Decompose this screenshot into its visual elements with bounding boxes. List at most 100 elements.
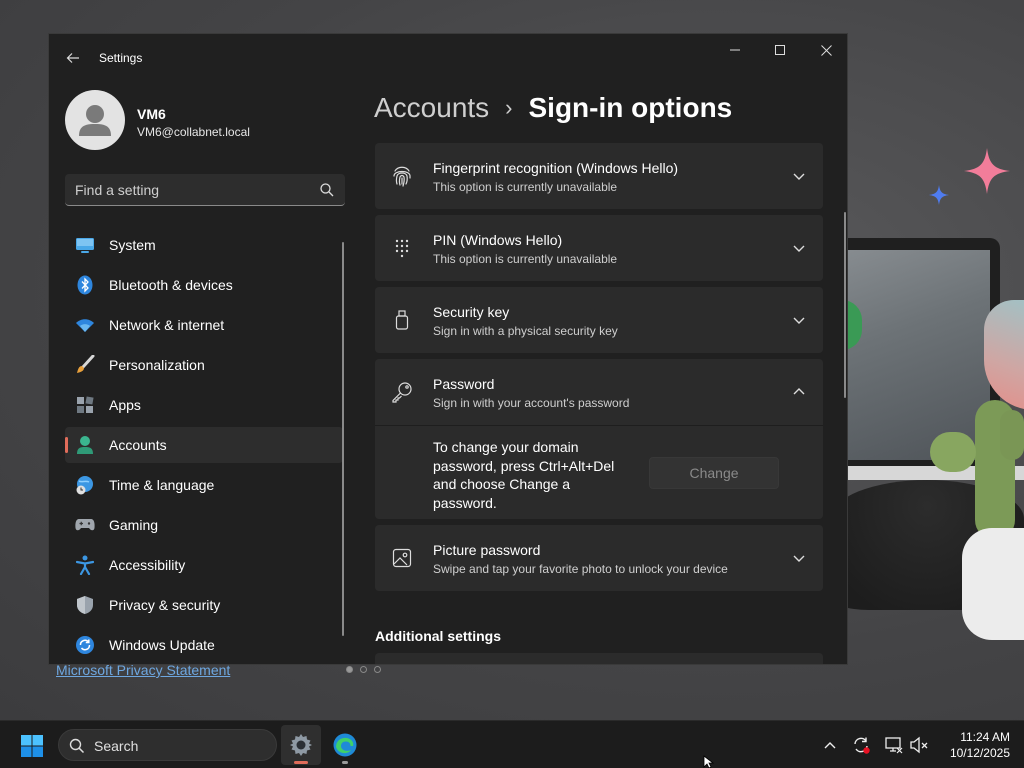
- wallpaper-cactus: [1000, 410, 1024, 460]
- search-icon: [69, 738, 85, 754]
- sidebar-item-apps[interactable]: Apps: [65, 387, 343, 423]
- maximize-button[interactable]: [757, 34, 803, 66]
- running-app-indicator: [342, 761, 348, 764]
- monitor-icon: [75, 235, 95, 255]
- card-title: Security key: [433, 304, 510, 320]
- card-title: Picture password: [433, 542, 541, 558]
- key-icon: [391, 381, 413, 403]
- active-app-indicator: [294, 761, 308, 764]
- sparkle-icon: [964, 148, 1010, 194]
- breadcrumb: Accounts › Sign-in options: [374, 92, 732, 124]
- sidebar-scrollbar[interactable]: [342, 242, 344, 636]
- taskbar-app-settings[interactable]: [281, 725, 321, 765]
- fingerprint-card[interactable]: Fingerprint recognition (Windows Hello) …: [375, 143, 823, 209]
- show-hidden-icons-button[interactable]: [820, 735, 840, 755]
- clock-date: 10/12/2025: [949, 746, 1010, 760]
- page-title: Sign-in options: [528, 92, 733, 123]
- card-subtitle: Sign in with your account's password: [433, 396, 630, 410]
- network-icon: [885, 737, 903, 754]
- carousel-dot[interactable]: [346, 666, 353, 673]
- card-subtitle: Swipe and tap your favorite photo to unl…: [433, 562, 728, 576]
- chevron-up-icon[interactable]: [791, 384, 807, 400]
- pin-card[interactable]: PIN (Windows Hello) This option is curre…: [375, 215, 823, 281]
- sidebar-item-label: Privacy & security: [109, 597, 221, 613]
- additional-settings-card[interactable]: [375, 653, 823, 664]
- card-title: Fingerprint recognition (Windows Hello): [433, 160, 679, 176]
- close-button[interactable]: [803, 34, 847, 66]
- gamepad-icon: [75, 515, 95, 535]
- sidebar-item-label: Apps: [109, 397, 141, 413]
- usb-key-icon: [391, 309, 413, 331]
- sidebar-item-bluetooth[interactable]: Bluetooth & devices: [65, 267, 343, 303]
- back-button[interactable]: [61, 46, 85, 70]
- sidebar-item-gaming[interactable]: Gaming: [65, 507, 343, 543]
- search-input[interactable]: [75, 180, 305, 200]
- sidebar-item-accessibility[interactable]: Accessibility: [65, 547, 343, 583]
- taskbar: Search 11:24 AM 10/12/2025: [0, 720, 1024, 768]
- paintbrush-icon: [75, 355, 95, 375]
- chevron-down-icon[interactable]: [791, 312, 807, 328]
- chevron-down-icon[interactable]: [791, 168, 807, 184]
- picture-password-card[interactable]: Picture password Swipe and tap your favo…: [375, 525, 823, 591]
- accessibility-icon: [75, 555, 95, 575]
- breadcrumb-parent[interactable]: Accounts: [374, 92, 489, 124]
- sidebar-item-personalization[interactable]: Personalization: [65, 347, 343, 383]
- search-icon[interactable]: [319, 182, 335, 198]
- arrow-left-icon: [66, 53, 79, 63]
- security-key-card[interactable]: Security key Sign in with a physical sec…: [375, 287, 823, 353]
- sidebar-item-system[interactable]: System: [65, 227, 343, 263]
- password-card[interactable]: Password Sign in with your account's pas…: [375, 359, 823, 519]
- maximize-icon: [775, 45, 785, 55]
- sidebar-item-accounts[interactable]: Accounts: [65, 427, 343, 463]
- sidebar-item-label: System: [109, 237, 156, 253]
- settings-search[interactable]: [65, 174, 345, 206]
- card-title: Password: [433, 376, 495, 392]
- sparkle-icon: [929, 185, 949, 205]
- chevron-down-icon[interactable]: [791, 240, 807, 256]
- tray-sync[interactable]: [851, 735, 871, 755]
- sync-icon: [854, 737, 870, 754]
- sidebar-item-label: Accounts: [109, 437, 167, 453]
- shield-icon: [75, 595, 95, 615]
- settings-window: Settings VM6 VM6@collabnet.local Find a …: [48, 33, 848, 665]
- minimize-button[interactable]: [712, 34, 758, 66]
- sidebar-item-label: Personalization: [109, 357, 205, 373]
- edge-browser-icon: [333, 733, 357, 757]
- sidebar-item-label: Gaming: [109, 517, 159, 533]
- sidebar-item-label: Bluetooth & devices: [109, 277, 233, 293]
- fingerprint-icon: [391, 165, 413, 187]
- sidebar-item-label: Accessibility: [109, 557, 186, 573]
- apps-icon: [75, 395, 95, 415]
- picture-icon: [391, 547, 413, 569]
- tray-network[interactable]: [884, 735, 904, 755]
- sidebar-item-network[interactable]: Network & internet: [65, 307, 343, 343]
- minimize-icon: [730, 49, 740, 51]
- windows-start-icon[interactable]: [20, 734, 44, 758]
- bluetooth-icon: [75, 275, 95, 295]
- taskbar-search[interactable]: Search: [58, 729, 277, 761]
- card-title: PIN (Windows Hello): [433, 232, 563, 248]
- carousel-dot[interactable]: [374, 666, 381, 673]
- content-scrollbar[interactable]: [844, 212, 846, 398]
- close-icon: [820, 44, 832, 56]
- sidebar-item-time-language[interactable]: Time & language: [65, 467, 343, 503]
- change-password-button[interactable]: Change: [649, 457, 779, 489]
- sidebar-item-windows-update[interactable]: Windows Update: [65, 627, 343, 663]
- chevron-down-icon[interactable]: [791, 550, 807, 566]
- avatar[interactable]: [65, 90, 125, 150]
- sidebar-nav: System Bluetooth & devices Network & int…: [65, 227, 343, 664]
- card-subtitle: This option is currently unavailable: [433, 252, 618, 266]
- taskbar-app-edge[interactable]: [325, 725, 365, 765]
- taskbar-clock[interactable]: 11:24 AM 10/12/2025: [940, 729, 1010, 761]
- wifi-icon: [75, 315, 95, 335]
- sidebar-item-label: Time & language: [109, 477, 215, 493]
- sidebar-item-privacy-security[interactable]: Privacy & security: [65, 587, 343, 623]
- settings-gear-icon: [290, 734, 312, 756]
- globe-clock-icon: [75, 475, 95, 495]
- title-bar[interactable]: Settings: [49, 34, 847, 82]
- password-instructions: To change your domain password, press Ct…: [433, 439, 615, 511]
- carousel-dots[interactable]: [346, 666, 381, 673]
- tray-volume[interactable]: [909, 735, 929, 755]
- window-title: Settings: [99, 51, 143, 65]
- carousel-dot[interactable]: [360, 666, 367, 673]
